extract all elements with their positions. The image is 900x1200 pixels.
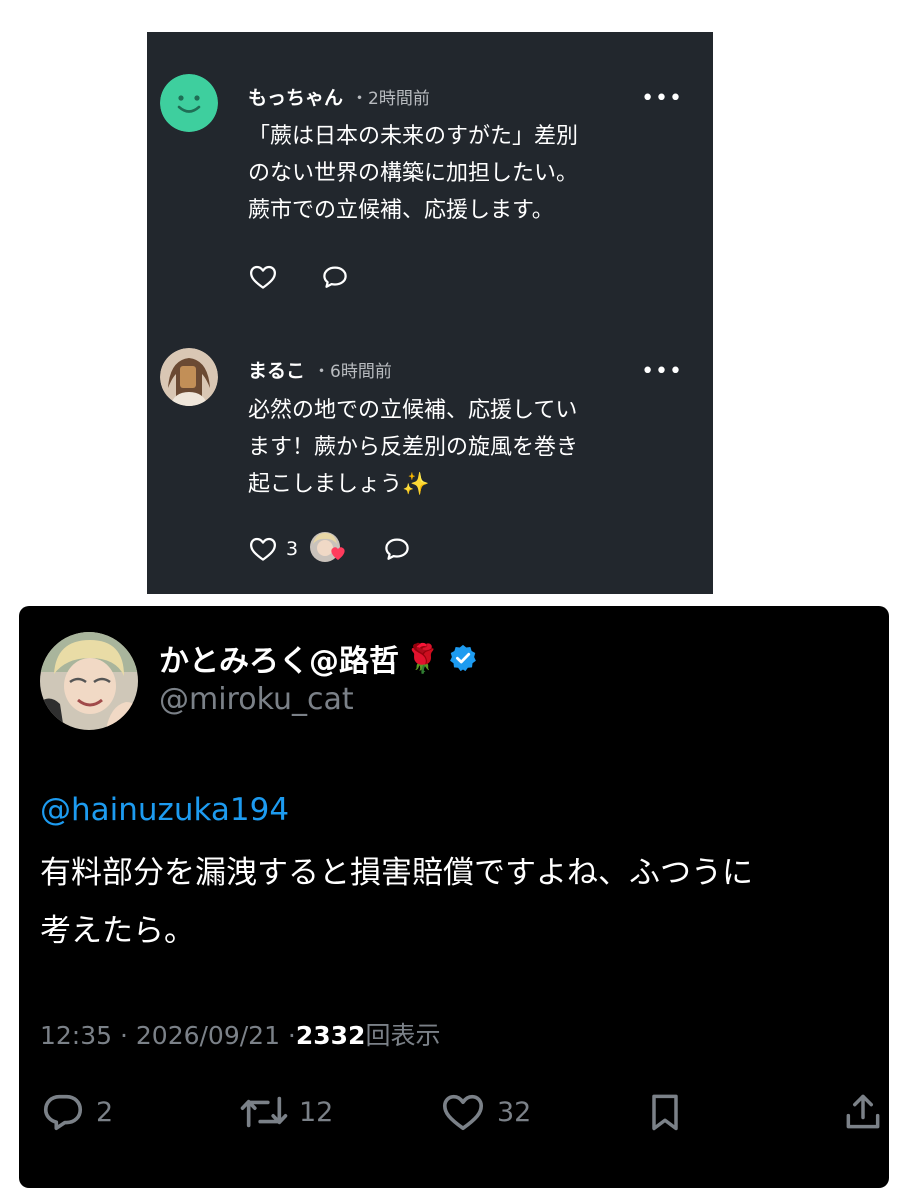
comment-author[interactable]: もっちゃん [248,83,343,110]
like-count: 32 [497,1096,532,1128]
smiley-icon [160,74,218,132]
display-name[interactable]: かとみろく@路哲 [159,636,399,680]
like-button[interactable]: 32 [439,1090,531,1134]
retweet-count: 12 [299,1096,334,1128]
user-photo [40,632,138,730]
avatar[interactable] [160,74,218,132]
more-options-icon[interactable]: ••• [641,88,683,110]
bookmark-button[interactable] [643,1090,687,1134]
user-photo [160,348,218,406]
comment-line: ます！蕨から反差別の旋風を巻き [248,435,579,460]
tweet-card: かとみろく@路哲 🌹 @miroku_cat @hainuzuka194 有料部… [19,606,889,1188]
share-button[interactable] [841,1090,885,1134]
retweet-button[interactable]: 12 [239,1090,333,1134]
reply-count: 2 [96,1096,114,1128]
mention-link[interactable]: @hainuzuka194 [40,792,289,828]
view-label: 回表示 [365,1021,441,1050]
reply-icon [43,1094,83,1131]
tweet-metadata: 12:35 · 2026/09/21 · 2332 回表示 [40,1016,440,1052]
comment-panel: もっちゃん ・2時間前 ••• 「蕨は日本の未来のすがた」差別 のない世界の構築… [147,32,713,594]
comment-line: 蕨市での立候補、応援します。 [248,198,554,223]
like-count: 3 [286,538,299,560]
tweet-action-bar: 2 12 32 [19,1090,889,1134]
comment-line: のない世界の構築に加担したい。 [248,161,579,186]
more-options-icon[interactable]: ••• [641,361,683,383]
comment-header: まるこ ・6時間前 [248,355,392,383]
comment-line: 必然の地での立候補、応援してい [248,398,578,423]
heart-icon[interactable] [248,262,278,292]
comment-line: 起こしましょう✨ [248,472,430,497]
reply-bubble-icon[interactable] [320,262,350,292]
heart-icon [442,1094,484,1131]
comment-line: 「蕨は日本の未来のすがた」差別 [248,124,579,149]
view-count: 2332 [295,1021,366,1050]
tweet-text: 有料部分を漏洩すると損害賠償ですよね、ふつうに 考えたら。 [40,844,753,960]
bookmark-icon [652,1094,678,1131]
retweet-icon [240,1096,288,1128]
avatar[interactable] [160,348,218,406]
comment-actions [248,260,350,294]
heart-icon[interactable] [248,534,278,564]
timestamp[interactable]: 12:35 · 2026/09/21 · [40,1021,296,1050]
avatar[interactable] [40,632,138,730]
share-icon [846,1094,880,1129]
reply-button[interactable]: 2 [40,1090,113,1134]
reply-bubble-icon[interactable] [382,534,412,564]
comment-author[interactable]: まるこ [248,356,305,383]
display-name-row: かとみろく@路哲 🌹 [159,636,478,680]
comment-text: 「蕨は日本の未来のすがた」差別 のない世界の構築に加担したい。 蕨市での立候補、… [248,118,648,229]
tweet-line: 考えたら。 [40,913,195,949]
comment-actions: 3 [248,532,412,566]
comment-header: もっちゃん ・2時間前 [248,82,430,110]
comment-text: 必然の地での立候補、応援してい ます！蕨から反差別の旋風を巻き 起こしましょう✨ [248,392,648,503]
user-handle[interactable]: @miroku_cat [159,682,354,717]
comment-time: ・6時間前 [313,361,392,382]
rose-emoji: 🌹 [405,641,440,675]
comment-time: ・2時間前 [351,88,430,109]
tweet-line: 有料部分を漏洩すると損害賠償ですよね、ふつうに [40,855,753,891]
liker-avatar [308,530,352,568]
verified-badge-icon [448,643,478,673]
